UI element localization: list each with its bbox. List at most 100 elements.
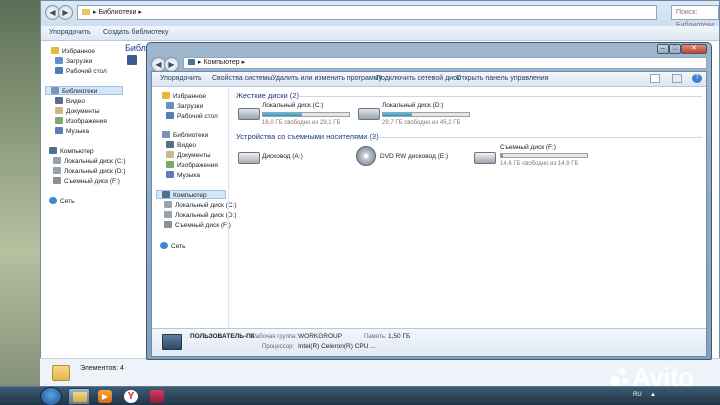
drive-c-usage-bar: [262, 112, 350, 117]
sidebar-item-drive-f[interactable]: Съемный диск (F:): [164, 221, 231, 229]
sidebar-item-documents[interactable]: Документы: [166, 151, 211, 159]
computer-icon: [162, 191, 170, 198]
drive-d-name[interactable]: Локальный диск (D:): [382, 102, 444, 109]
sidebar-item-drive-c[interactable]: Локальный диск (C:): [53, 157, 126, 165]
hard-disks-header[interactable]: Жесткие диски (2): [236, 91, 299, 100]
sidebar-item-drive-d[interactable]: Локальный диск (D:): [164, 211, 237, 219]
media-player-icon: ▶: [98, 390, 112, 403]
sidebar-item-music[interactable]: Музыка: [166, 171, 200, 179]
computer-group[interactable]: Компьютер: [49, 147, 94, 155]
close-button[interactable]: ✕: [681, 44, 707, 54]
drive-d-free: 29,7 ГБ свободно из 45,2 ГБ: [382, 120, 461, 126]
drive-c-name[interactable]: Локальный диск (C:): [262, 102, 324, 109]
favorites-group[interactable]: Избранное: [51, 47, 95, 55]
sidebar-item-video[interactable]: Видео: [166, 141, 196, 149]
libraries-address-input[interactable]: ▸ Библиотеки ▸: [77, 5, 657, 20]
map-network-drive-button[interactable]: Подключить сетевой диск: [376, 75, 460, 82]
create-library-button[interactable]: Создать библиотеку: [103, 29, 169, 36]
sidebar-item-pictures[interactable]: Изображения: [55, 117, 107, 125]
hard-drive-icon: [53, 157, 61, 164]
drive-c-usage-fill: [263, 113, 302, 116]
network-group[interactable]: Сеть: [49, 197, 74, 205]
downloads-icon: [166, 102, 174, 109]
organize-button[interactable]: Упорядочить: [49, 29, 91, 36]
cpu-value: Intel(R) Celeron(R) CPU ...: [298, 343, 376, 350]
drive-f-free: 14,6 ГБ свободно из 14,9 ГБ: [500, 161, 579, 167]
organize-button[interactable]: Упорядочить: [160, 75, 202, 82]
sidebar-item-pictures[interactable]: Изображения: [166, 161, 218, 169]
drive-e-name[interactable]: DVD RW дисковод (E:): [380, 153, 448, 160]
hard-drive-icon: [164, 211, 172, 218]
video-icon: [166, 141, 174, 148]
music-icon: [166, 171, 174, 178]
breadcrumb[interactable]: Компьютер: [203, 59, 239, 66]
usb-drive-icon[interactable]: [474, 152, 496, 164]
preview-pane-icon[interactable]: [672, 74, 682, 83]
sidebar-item-video[interactable]: Видео: [55, 97, 85, 105]
sidebar-item-drive-c[interactable]: Локальный диск (C:): [164, 201, 237, 209]
breadcrumb[interactable]: Библиотеки: [98, 9, 136, 16]
uninstall-program-button[interactable]: Удалить или изменить программу: [272, 75, 382, 82]
libraries-toolbar: Упорядочить Создать библиотеку: [41, 26, 719, 41]
hard-drive-icon[interactable]: [358, 108, 380, 120]
search-input[interactable]: Поиск: Библиотеки: [671, 5, 719, 29]
library-folder-icon[interactable]: [127, 55, 137, 65]
dvd-drive-icon[interactable]: [356, 146, 376, 166]
sidebar-item-downloads[interactable]: Загрузки: [55, 57, 92, 65]
hard-drive-icon[interactable]: [238, 108, 260, 120]
avito-logo-icon: [610, 368, 630, 388]
sidebar-item-downloads[interactable]: Загрузки: [166, 102, 203, 110]
floppy-save-icon: [150, 390, 164, 403]
help-icon[interactable]: ?: [692, 74, 702, 83]
drive-f-name[interactable]: Съемный диск (F:): [500, 144, 556, 151]
downloads-icon: [55, 57, 63, 64]
floppy-drive-icon[interactable]: [238, 152, 260, 164]
tray-expand-icon[interactable]: ▲: [650, 392, 656, 398]
drive-a-name[interactable]: Дисковод (A:): [262, 153, 303, 160]
computer-toolbar: Упорядочить Свойства системы Удалить или…: [152, 72, 706, 87]
sidebar-item-drive-f[interactable]: Съемный диск (F:): [53, 177, 120, 185]
minimize-button[interactable]: –: [657, 44, 669, 54]
sidebar-item-documents[interactable]: Документы: [55, 107, 100, 115]
view-options-icon[interactable]: [650, 74, 660, 83]
library-icon: [162, 131, 170, 138]
network-icon: [160, 242, 168, 249]
computer-address-input[interactable]: ▸ Компьютер ▸: [183, 57, 707, 69]
forward-icon[interactable]: ▶: [58, 5, 73, 20]
favorites-group[interactable]: Избранное: [162, 92, 206, 100]
usb-drive-icon: [53, 177, 61, 184]
libraries-group[interactable]: Библиотеки: [162, 131, 208, 139]
item-count: Элементов: 4: [80, 365, 124, 372]
maximize-button[interactable]: □: [669, 44, 681, 54]
forward-icon[interactable]: ▶: [164, 57, 179, 72]
computer-small-icon: [188, 59, 195, 65]
language-indicator[interactable]: RU: [633, 392, 642, 398]
star-icon: [51, 47, 59, 54]
taskbar: ▶ Y RU ▲: [0, 386, 720, 405]
computer-window: – □ ✕ ◀ ▶ ▸ Компьютер ▸ Упорядочить Свой…: [146, 42, 712, 360]
sidebar-item-music[interactable]: Музыка: [55, 127, 89, 135]
folder-icon: [73, 392, 87, 402]
folder-icon: [82, 9, 90, 15]
drive-f-usage-bar: [500, 153, 588, 158]
taskbar-browser[interactable]: Y: [120, 388, 142, 405]
pane-divider: [228, 88, 229, 328]
removable-header[interactable]: Устройства со съемными носителями (3): [236, 132, 379, 141]
sidebar-item-desktop[interactable]: Рабочий стол: [166, 112, 218, 120]
libraries-group[interactable]: Библиотеки: [45, 86, 123, 95]
start-button[interactable]: [40, 387, 62, 405]
taskbar-explorer[interactable]: [68, 388, 90, 405]
libraries-title: Библ: [125, 43, 146, 53]
open-control-panel-button[interactable]: Открыть панель управления: [456, 75, 549, 82]
sidebar-item-drive-d[interactable]: Локальный диск (D:): [53, 167, 126, 175]
system-properties-button[interactable]: Свойства системы: [212, 75, 272, 82]
sidebar-item-desktop[interactable]: Рабочий стол: [55, 67, 107, 75]
network-group[interactable]: Сеть: [160, 242, 185, 250]
taskbar-media-player[interactable]: ▶: [94, 388, 116, 405]
star-icon: [162, 92, 170, 99]
taskbar-app[interactable]: [146, 388, 168, 405]
pc-icon: [162, 334, 182, 350]
drive-d-usage-fill: [383, 113, 413, 116]
details-pane: ПОЛЬЗОВАТЕЛЬ-ПК Рабочая группа: WORKGROU…: [152, 328, 706, 356]
computer-group[interactable]: Компьютер: [156, 190, 226, 199]
